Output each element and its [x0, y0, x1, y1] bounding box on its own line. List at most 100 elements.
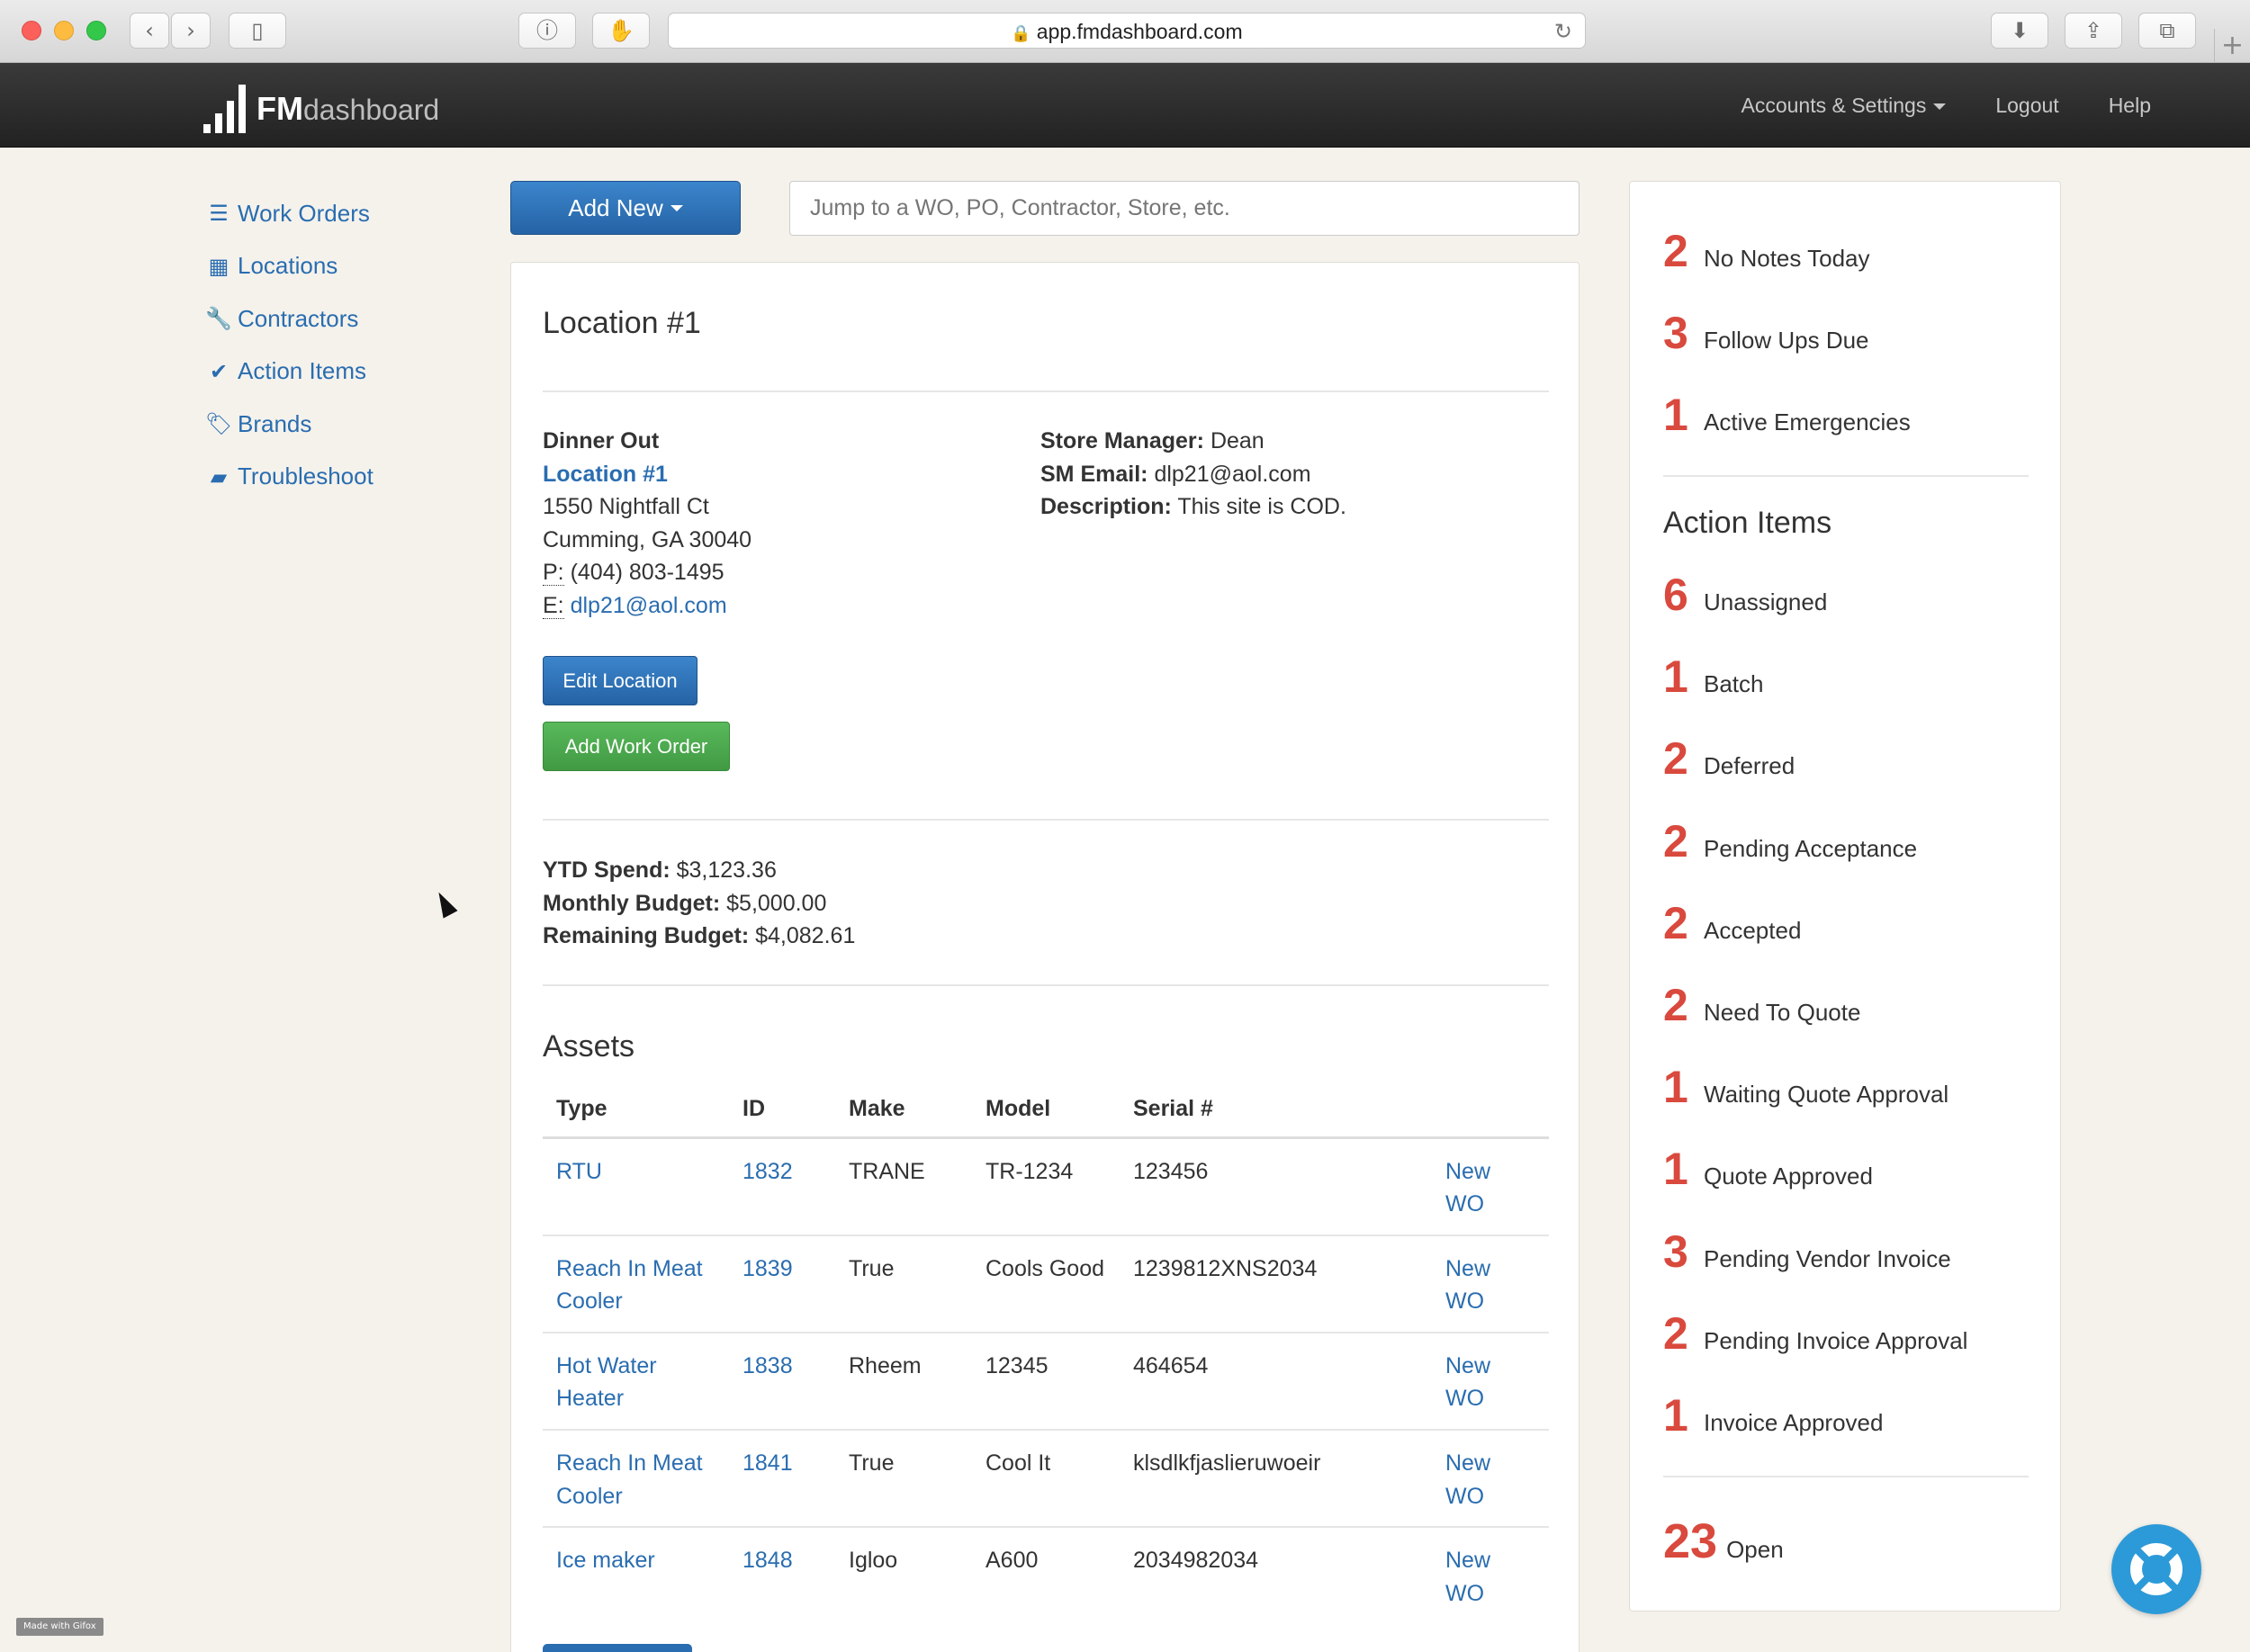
tabs-overview-icon[interactable]: ⧉ [2138, 13, 2196, 49]
stat-count: 2 [1663, 1308, 1688, 1359]
stat-quote-approved[interactable]: 1 Quote Approved [1663, 1143, 1873, 1195]
sidebar-nav: ☰ Work Orders ▦ Locations 🔧 Contractors ✔ Ac… [205, 187, 374, 503]
assets-table: Type ID Make Model Serial # RTU 1832 TRA… [543, 1082, 1549, 1623]
add-work-order-button[interactable]: Add Work Order [543, 722, 730, 771]
asset-serial: 123456 [1120, 1137, 1432, 1236]
asset-serial: 1239812XNS2034 [1120, 1235, 1432, 1333]
help-link[interactable]: Help [2109, 94, 2151, 118]
sidebar-item-work-orders[interactable]: ☰ Work Orders [205, 187, 374, 240]
email-link[interactable]: dlp21@aol.com [571, 593, 727, 618]
edit-location-button[interactable]: Edit Location [543, 656, 698, 705]
location-address-block: Dinner Out Location #1 1550 Nightfall Ct… [543, 425, 752, 623]
stat-label: Batch [1704, 670, 1764, 697]
share-icon[interactable]: ⇪ [2065, 13, 2122, 49]
add-asset-button[interactable] [543, 1644, 692, 1652]
address-bar[interactable]: 🔒 app.fmdashboard.com ↻ [668, 13, 1586, 49]
stat-batch[interactable]: 1 Batch [1663, 651, 1764, 703]
asset-id-link[interactable]: 1848 [742, 1548, 793, 1573]
stat-open[interactable]: 23 Open [1663, 1513, 1784, 1569]
stat-invoice-approved[interactable]: 1 Invoice Approved [1663, 1389, 1883, 1441]
tags-icon: 🏷 [205, 411, 233, 437]
stat-accepted[interactable]: 2 Accepted [1663, 897, 1801, 949]
asset-id-link[interactable]: 1832 [742, 1159, 793, 1184]
remaining-budget-value: $4,082.61 [755, 923, 856, 949]
stat-pending-vendor-invoice[interactable]: 3 Pending Vendor Invoice [1663, 1226, 1951, 1278]
logout-link[interactable]: Logout [1995, 94, 2058, 118]
divider [543, 391, 1549, 392]
sidebar-item-label: Brands [238, 409, 312, 437]
location-name-link[interactable]: Location #1 [543, 462, 668, 487]
stat-active-emergencies[interactable]: 1 Active Emergencies [1663, 389, 1911, 441]
sidebar-item-action-items[interactable]: ✔ Action Items [205, 346, 374, 399]
asset-type-link[interactable]: Ice maker [556, 1548, 655, 1573]
stat-unassigned[interactable]: 6 Unassigned [1663, 569, 1827, 621]
divider [1663, 1476, 2029, 1477]
stat-deferred[interactable]: 2 Deferred [1663, 732, 1795, 785]
book-icon: ▰ [210, 463, 228, 489]
reload-icon[interactable]: ↻ [1554, 13, 1572, 49]
accounts-settings-menu[interactable]: Accounts & Settings [1741, 94, 1947, 118]
stat-label: Unassigned [1704, 588, 1828, 615]
address-line-1: 1550 Nightfall Ct [543, 494, 709, 520]
app-logo[interactable]: FMdashboard [203, 79, 439, 133]
reader-icon[interactable]: ⓘ [518, 13, 576, 49]
ytd-spend-label: YTD Spend: [543, 857, 670, 883]
stat-count: 23 [1663, 1514, 1718, 1568]
asset-type-link[interactable]: Hot Water Heater [556, 1353, 657, 1412]
remaining-budget-label: Remaining Budget: [543, 923, 750, 949]
asset-type-link[interactable]: Reach In Meat Cooler [556, 1450, 703, 1509]
forward-icon[interactable]: › [171, 13, 211, 49]
stat-label: Active Emergencies [1704, 409, 1911, 435]
new-wo-link[interactable]: New WO [1445, 1450, 1490, 1509]
page-title: Location #1 [543, 306, 701, 340]
asset-model: TR-1234 [972, 1137, 1120, 1236]
back-icon[interactable]: ‹ [130, 13, 169, 49]
asset-type-link[interactable]: Reach In Meat Cooler [556, 1256, 703, 1315]
divider [543, 819, 1549, 821]
stat-label: Invoice Approved [1704, 1409, 1884, 1436]
extension-icon[interactable]: ✋ [592, 13, 650, 49]
close-window-icon[interactable] [22, 21, 41, 40]
stat-pending-invoice-approval[interactable]: 2 Pending Invoice Approval [1663, 1307, 1967, 1360]
stat-follow-ups-due[interactable]: 3 Follow Ups Due [1663, 307, 1869, 359]
asset-id-link[interactable]: 1839 [742, 1256, 793, 1281]
stat-count: 6 [1663, 570, 1688, 620]
chevron-down-icon [1933, 103, 1947, 110]
asset-type-link[interactable]: RTU [556, 1159, 602, 1184]
new-wo-link[interactable]: New WO [1445, 1353, 1490, 1412]
stat-need-to-quote[interactable]: 2 Need To Quote [1663, 979, 1860, 1031]
new-tab-icon[interactable]: + [2214, 29, 2250, 63]
asset-id-link[interactable]: 1841 [742, 1450, 793, 1476]
add-new-button[interactable]: Add New [510, 181, 741, 235]
sidebar-toggle-icon[interactable]: ▯ [229, 13, 286, 49]
stat-label: Accepted [1704, 917, 1802, 944]
sm-email-label: SM Email: [1040, 461, 1148, 487]
stat-waiting-quote-approval[interactable]: 1 Waiting Quote Approval [1663, 1061, 1948, 1113]
description-label: Description: [1040, 494, 1172, 520]
sidebar-item-brands[interactable]: 🏷 Brands [205, 398, 374, 451]
stat-label: Quote Approved [1704, 1163, 1873, 1190]
sidebar-item-locations[interactable]: ▦ Locations [205, 240, 374, 293]
minimize-window-icon[interactable] [54, 21, 74, 40]
stat-label: Pending Vendor Invoice [1704, 1245, 1951, 1272]
location-panel: Location #1 Dinner Out Location #1 1550 … [510, 262, 1580, 1652]
zoom-window-icon[interactable] [86, 21, 106, 40]
new-wo-link[interactable]: New WO [1445, 1548, 1490, 1606]
table-row: Reach In Meat Cooler 1841 True Cool It k… [543, 1430, 1549, 1529]
col-header-id: ID [729, 1082, 835, 1139]
sidebar-item-contractors[interactable]: 🔧 Contractors [205, 292, 374, 346]
table-row: Reach In Meat Cooler 1839 True Cools Goo… [543, 1235, 1549, 1333]
jump-search-input[interactable] [789, 181, 1580, 236]
stat-pending-acceptance[interactable]: 2 Pending Acceptance [1663, 815, 1917, 867]
asset-model: Cools Good [972, 1235, 1120, 1333]
asset-make: Rheem [835, 1332, 972, 1432]
help-lifebuoy-button[interactable] [2111, 1524, 2201, 1614]
table-row: Ice maker 1848 Igloo A600 2034982034 New… [543, 1527, 1549, 1623]
new-wo-link[interactable]: New WO [1445, 1159, 1490, 1217]
stat-no-notes-today[interactable]: 2 No Notes Today [1663, 225, 1870, 277]
email-line: E: dlp21@aol.com [543, 589, 752, 623]
downloads-icon[interactable]: ⬇ [1991, 13, 2048, 49]
sidebar-item-troubleshoot[interactable]: ▰ Troubleshoot [205, 451, 374, 504]
asset-id-link[interactable]: 1838 [742, 1353, 793, 1378]
new-wo-link[interactable]: New WO [1445, 1256, 1490, 1315]
